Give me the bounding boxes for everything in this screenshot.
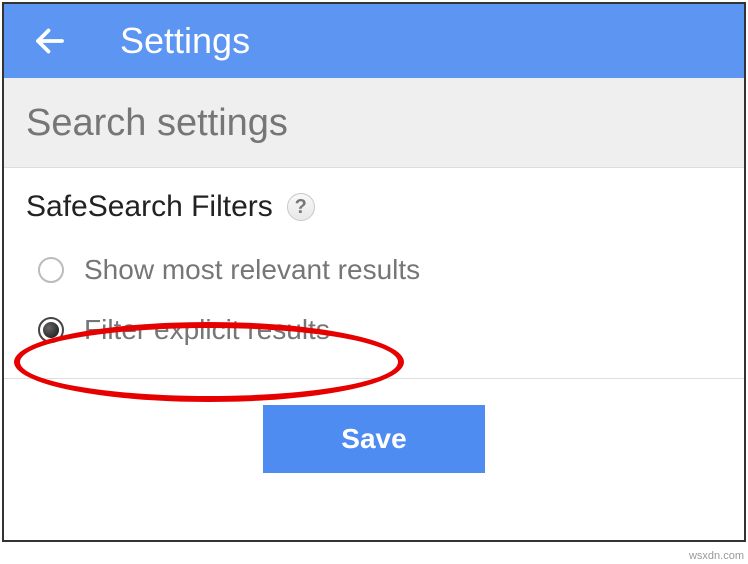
save-button[interactable]: Save [263, 405, 484, 473]
footer: Save [4, 378, 744, 499]
help-icon[interactable]: ? [287, 193, 315, 221]
radio-most-relevant[interactable] [38, 257, 64, 283]
watermark: wsxdn.com [689, 550, 744, 562]
radio-filter-explicit[interactable] [38, 317, 64, 343]
header-title: Settings [120, 20, 250, 62]
radio-label-most-relevant: Show most relevant results [84, 254, 420, 286]
radio-option-most-relevant[interactable]: Show most relevant results [26, 248, 722, 292]
radio-option-filter-explicit[interactable]: Filter explicit results [26, 308, 722, 352]
page-title: Search settings [26, 102, 722, 145]
radio-label-filter-explicit: Filter explicit results [84, 314, 330, 346]
safesearch-title: SafeSearch Filters [26, 190, 273, 224]
safesearch-section-header: SafeSearch Filters ? [26, 190, 722, 224]
content-area: SafeSearch Filters ? Show most relevant … [4, 168, 744, 378]
app-header: Settings [4, 4, 744, 78]
subheader: Search settings [4, 78, 744, 168]
back-button[interactable] [32, 23, 68, 59]
back-arrow-icon [32, 23, 68, 59]
